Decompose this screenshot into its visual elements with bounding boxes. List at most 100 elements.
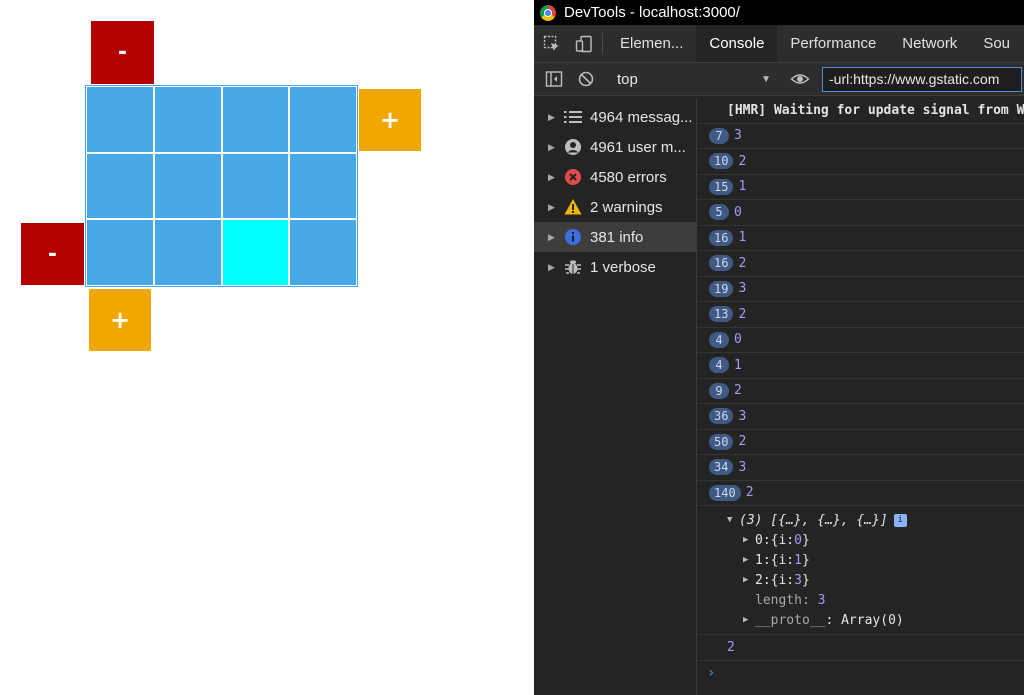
app-canvas: - + - + xyxy=(0,0,534,695)
log-value: 3 xyxy=(738,281,747,297)
devtools-tabbar: Elemen... Console Performance Network Sou xyxy=(534,25,1024,63)
grid-cell[interactable] xyxy=(154,87,221,152)
log-row: 50 xyxy=(697,200,1024,226)
tab-network[interactable]: Network xyxy=(889,25,970,62)
prompt-chevron-icon: › xyxy=(707,665,716,681)
colon: : xyxy=(801,592,818,608)
item-key: 1: xyxy=(755,552,771,568)
log-row-list: 7 3 10 2 15 1 5 0 16 1 16 2 19 3 13 2 4 0 4 1 9 2 36 3 50 2 34 3 140… xyxy=(697,124,1024,506)
console-sidebar: ▶ 4964 messag... ▶ 4961 user m... ▶ 4580 erro… xyxy=(534,98,697,695)
log-row: 50 2 xyxy=(697,430,1024,455)
log-value: 1 xyxy=(734,357,742,373)
sidebar-item-label: 381 info xyxy=(590,228,644,246)
devtools-window: DevTools - localhost:3000/ Elemen... Cons… xyxy=(534,0,1024,695)
expand-triangle-icon[interactable]: ▶ xyxy=(548,112,560,123)
log-row: 36 3 xyxy=(697,404,1024,430)
list-icon xyxy=(560,110,586,124)
tab-sou[interactable]: Sou xyxy=(970,25,1023,62)
grid-cell[interactable] xyxy=(222,87,289,152)
colon: : xyxy=(825,612,842,628)
sidebar-item-error[interactable]: ▶ 4580 errors xyxy=(534,162,696,192)
console-filter-input[interactable] xyxy=(822,66,1022,92)
log-row: 10 2 xyxy=(697,149,1024,175)
sidebar-item-label: 4961 user m... xyxy=(590,138,686,156)
console-prompt[interactable]: › xyxy=(697,661,1024,685)
add-row-bottom-button[interactable]: + xyxy=(89,289,151,351)
array-proto[interactable]: ▶ __proto__: Array(0) xyxy=(727,610,1024,630)
expand-triangle-icon[interactable]: ▶ xyxy=(743,615,755,625)
context-selector[interactable]: top ▼ xyxy=(607,63,779,95)
grid-cell[interactable] xyxy=(290,87,356,152)
log-value: 2 xyxy=(738,434,747,450)
expand-triangle-icon[interactable]: ▼ xyxy=(727,515,739,525)
info-icon xyxy=(560,228,586,246)
grid-cell[interactable] xyxy=(87,87,153,152)
repeat-count-badge: 13 xyxy=(709,306,734,323)
sidebar-item-user[interactable]: ▶ 4961 user m... xyxy=(534,132,696,162)
sidebar-item-list[interactable]: ▶ 4964 messag... xyxy=(534,102,696,132)
expand-triangle-icon[interactable]: ▶ xyxy=(548,262,560,273)
log-value: 3 xyxy=(734,128,742,144)
expand-triangle-icon[interactable]: ▶ xyxy=(548,172,560,183)
device-toggle-icon[interactable] xyxy=(570,25,598,62)
grid-cell[interactable] xyxy=(222,153,289,219)
item-key: 2: xyxy=(755,572,771,588)
log-value: 3 xyxy=(738,459,747,475)
array-item[interactable]: ▶ 2: {i: 3} xyxy=(727,570,1024,590)
clear-console-icon[interactable] xyxy=(570,63,602,95)
repeat-count-badge: 140 xyxy=(709,484,741,501)
expand-triangle-icon[interactable]: ▶ xyxy=(743,555,755,565)
item-value: 1 xyxy=(794,552,802,568)
grid-cell[interactable] xyxy=(154,153,221,219)
sidebar-item-info[interactable]: ▶ 381 info xyxy=(534,222,696,252)
log-value: 1 xyxy=(738,230,747,246)
item-value: 3 xyxy=(794,572,802,588)
tab-list: Elemen... Console Performance Network Sou xyxy=(607,25,1023,62)
item-prefix: {i: xyxy=(770,532,795,548)
remove-column-left-button[interactable]: - xyxy=(21,223,84,285)
sidebar-item-bug[interactable]: ▶ 1 verbose xyxy=(534,252,696,282)
grid-cell-active[interactable] xyxy=(222,220,289,285)
remove-row-top-button[interactable]: - xyxy=(91,21,154,84)
log-row: 92 xyxy=(697,379,1024,404)
expand-triangle-icon[interactable]: ▶ xyxy=(743,535,755,545)
repeat-count-badge: 4 xyxy=(709,331,729,348)
log-result-row: 2 xyxy=(697,635,1024,661)
inspect-element-icon[interactable] xyxy=(534,25,570,62)
tab-console[interactable]: Console xyxy=(696,25,778,62)
log-value: 2 xyxy=(738,306,747,322)
grid-cell[interactable] xyxy=(87,220,153,285)
expand-triangle-icon[interactable]: ▶ xyxy=(548,142,560,153)
context-value: top xyxy=(617,70,638,88)
log-text: [HMR] Waiting for update signal from WDS… xyxy=(727,102,1024,118)
grid-cell[interactable] xyxy=(290,220,356,285)
expand-triangle-icon[interactable]: ▶ xyxy=(743,575,755,585)
live-expression-eye-icon[interactable] xyxy=(784,63,816,95)
expand-triangle-icon[interactable]: ▶ xyxy=(548,202,560,213)
item-key: 0: xyxy=(755,532,771,548)
tab-performance[interactable]: Performance xyxy=(777,25,889,62)
chrome-icon xyxy=(540,4,556,21)
array-item[interactable]: ▶ 1: {i: 1} xyxy=(727,550,1024,570)
window-title: DevTools - localhost:3000/ xyxy=(564,4,740,21)
repeat-count-badge: 4 xyxy=(709,357,729,374)
array-summary[interactable]: ▼ (3) [{…}, {…}, {…}] i xyxy=(727,510,1024,530)
log-message-hmr: [HMR] Waiting for update signal from WDS… xyxy=(697,98,1024,124)
array-item[interactable]: ▶ 0: {i: 0} xyxy=(727,530,1024,550)
expand-triangle-icon[interactable]: ▶ xyxy=(548,232,560,243)
log-row: 40 xyxy=(697,328,1024,353)
sidebar-item-label: 4580 errors xyxy=(590,168,667,186)
sidebar-toggle-icon[interactable] xyxy=(538,63,570,95)
repeat-count-badge: 19 xyxy=(709,280,734,297)
log-value: 2 xyxy=(738,153,747,169)
add-column-right-button[interactable]: + xyxy=(359,89,421,151)
cell-grid xyxy=(85,85,358,287)
sidebar-item-warning[interactable]: ▶ 2 warnings xyxy=(534,192,696,222)
grid-cell[interactable] xyxy=(290,153,356,219)
repeat-count-badge: 36 xyxy=(709,408,734,425)
item-suffix: } xyxy=(801,552,810,568)
grid-cell[interactable] xyxy=(87,153,153,219)
tab-elemen[interactable]: Elemen... xyxy=(607,25,696,62)
item-prefix: {i: xyxy=(770,572,795,588)
grid-cell[interactable] xyxy=(154,220,221,285)
